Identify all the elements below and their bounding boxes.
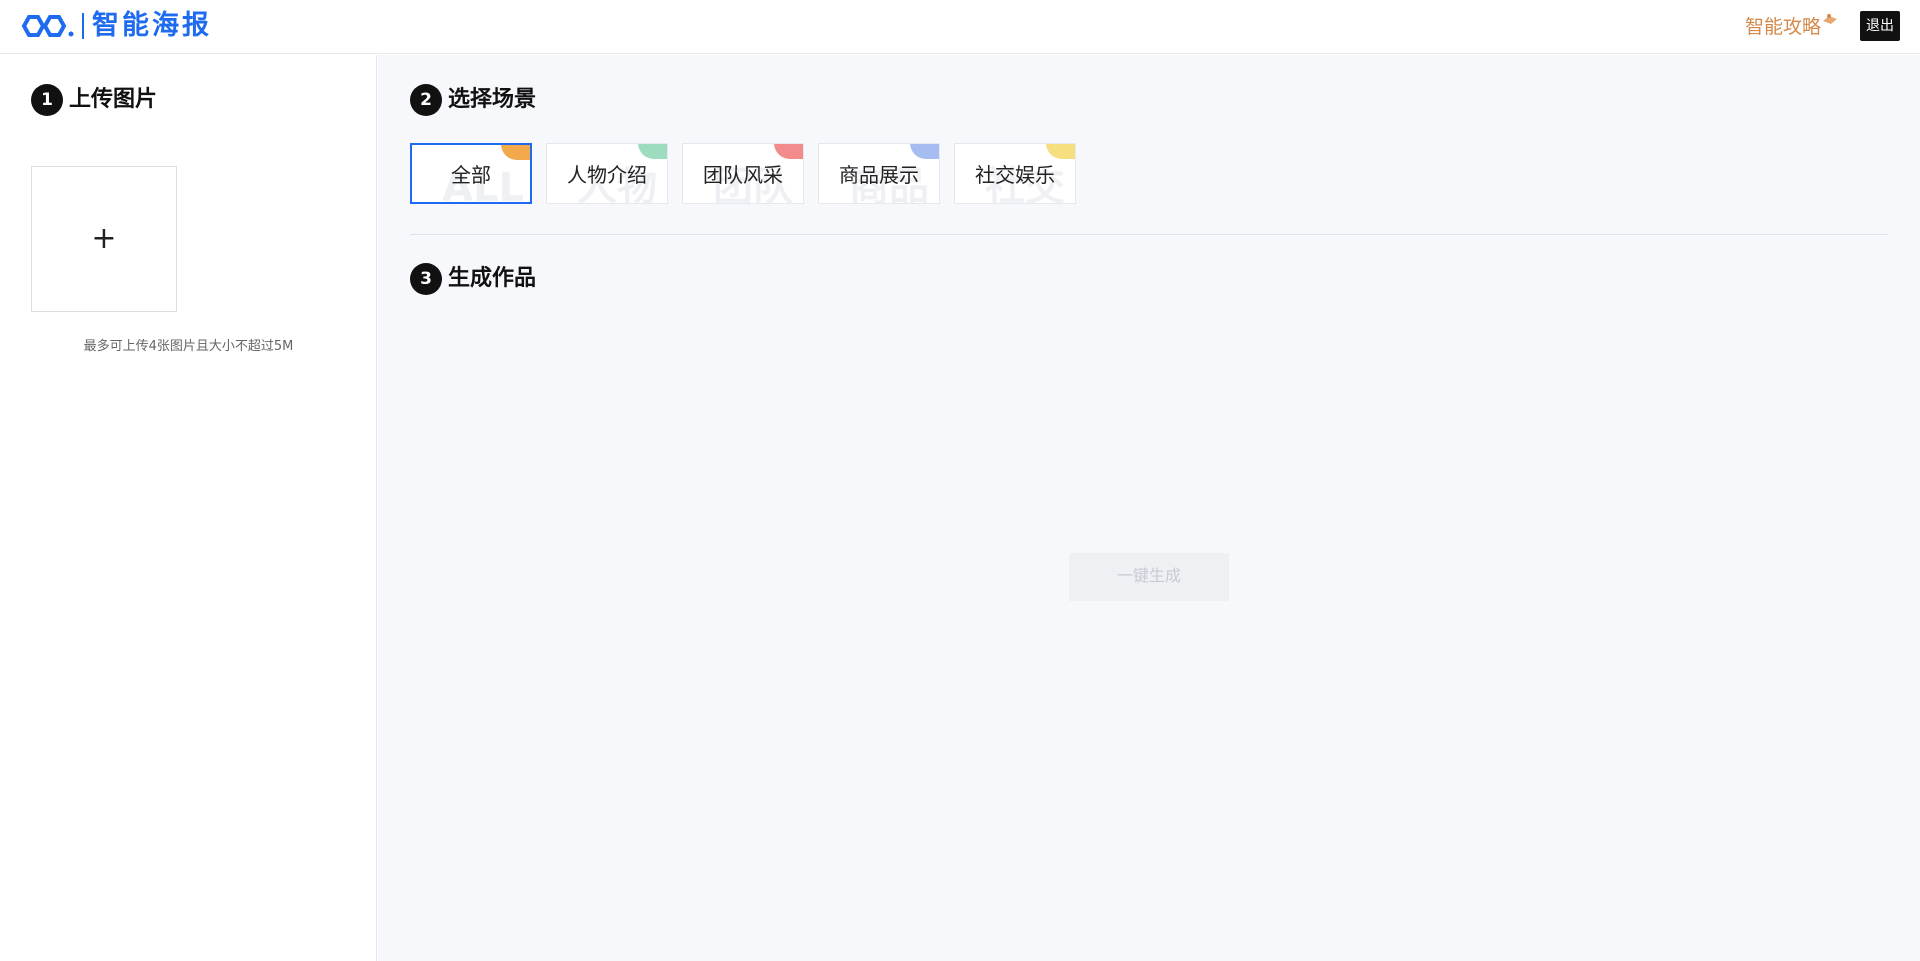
divider bbox=[410, 234, 1888, 235]
logo-separator bbox=[82, 13, 84, 39]
logo-icon bbox=[21, 15, 74, 37]
scene-list: ALL 全部 人物 人物介绍 团队 团队风采 商品 商品展示 社交 社交娱乐 bbox=[410, 143, 1076, 204]
scene-card[interactable]: 团队 团队风采 bbox=[682, 143, 804, 204]
step-number-badge: 1 bbox=[31, 84, 63, 116]
generate-button[interactable]: 一键生成 bbox=[1069, 553, 1229, 601]
logout-button[interactable]: 退出 bbox=[1860, 11, 1900, 41]
scene-label: 商品展示 bbox=[839, 163, 919, 187]
upload-step-title: 1 上传图片 bbox=[31, 84, 157, 116]
step-number-badge: 2 bbox=[410, 84, 442, 116]
main-panel: 2 选择场景 ALL 全部 人物 人物介绍 团队 团队风采 商品 商品展示 社交 社交娱乐 3 生… bbox=[378, 55, 1920, 961]
step-number-badge: 3 bbox=[410, 263, 442, 295]
logo-text: 智能海报 bbox=[92, 10, 212, 41]
scene-step-title: 2 选择场景 bbox=[410, 84, 536, 116]
scene-label: 全部 bbox=[451, 163, 491, 187]
scene-card[interactable]: 社交 社交娱乐 bbox=[954, 143, 1076, 204]
generate-title: 生成作品 bbox=[448, 266, 537, 291]
upload-title: 上传图片 bbox=[69, 87, 158, 112]
scene-card[interactable]: ALL 全部 bbox=[410, 143, 532, 204]
scene-card[interactable]: 人物 人物介绍 bbox=[546, 143, 668, 204]
scene-label: 社交娱乐 bbox=[975, 163, 1055, 187]
scene-label: 团队风采 bbox=[703, 163, 783, 187]
hat-icon bbox=[1823, 14, 1838, 24]
top-header: 智能海报 智能攻略 退出 bbox=[0, 0, 1920, 54]
guide-link[interactable]: 智能攻略 bbox=[1745, 12, 1839, 42]
upload-hint: 最多可上传4张图片且大小不超过5M bbox=[83, 339, 294, 354]
generate-step-title: 3 生成作品 bbox=[410, 263, 536, 295]
logo[interactable]: 智能海报 bbox=[20, 8, 212, 44]
upload-image-button[interactable]: + bbox=[31, 166, 177, 312]
scene-title: 选择场景 bbox=[448, 87, 537, 112]
upload-panel: 1 上传图片 + 最多可上传4张图片且大小不超过5M bbox=[0, 55, 377, 961]
guide-label: 智能攻略 bbox=[1745, 16, 1822, 38]
scene-label: 人物介绍 bbox=[567, 163, 647, 187]
scene-card[interactable]: 商品 商品展示 bbox=[818, 143, 940, 204]
plus-icon: + bbox=[91, 221, 117, 256]
